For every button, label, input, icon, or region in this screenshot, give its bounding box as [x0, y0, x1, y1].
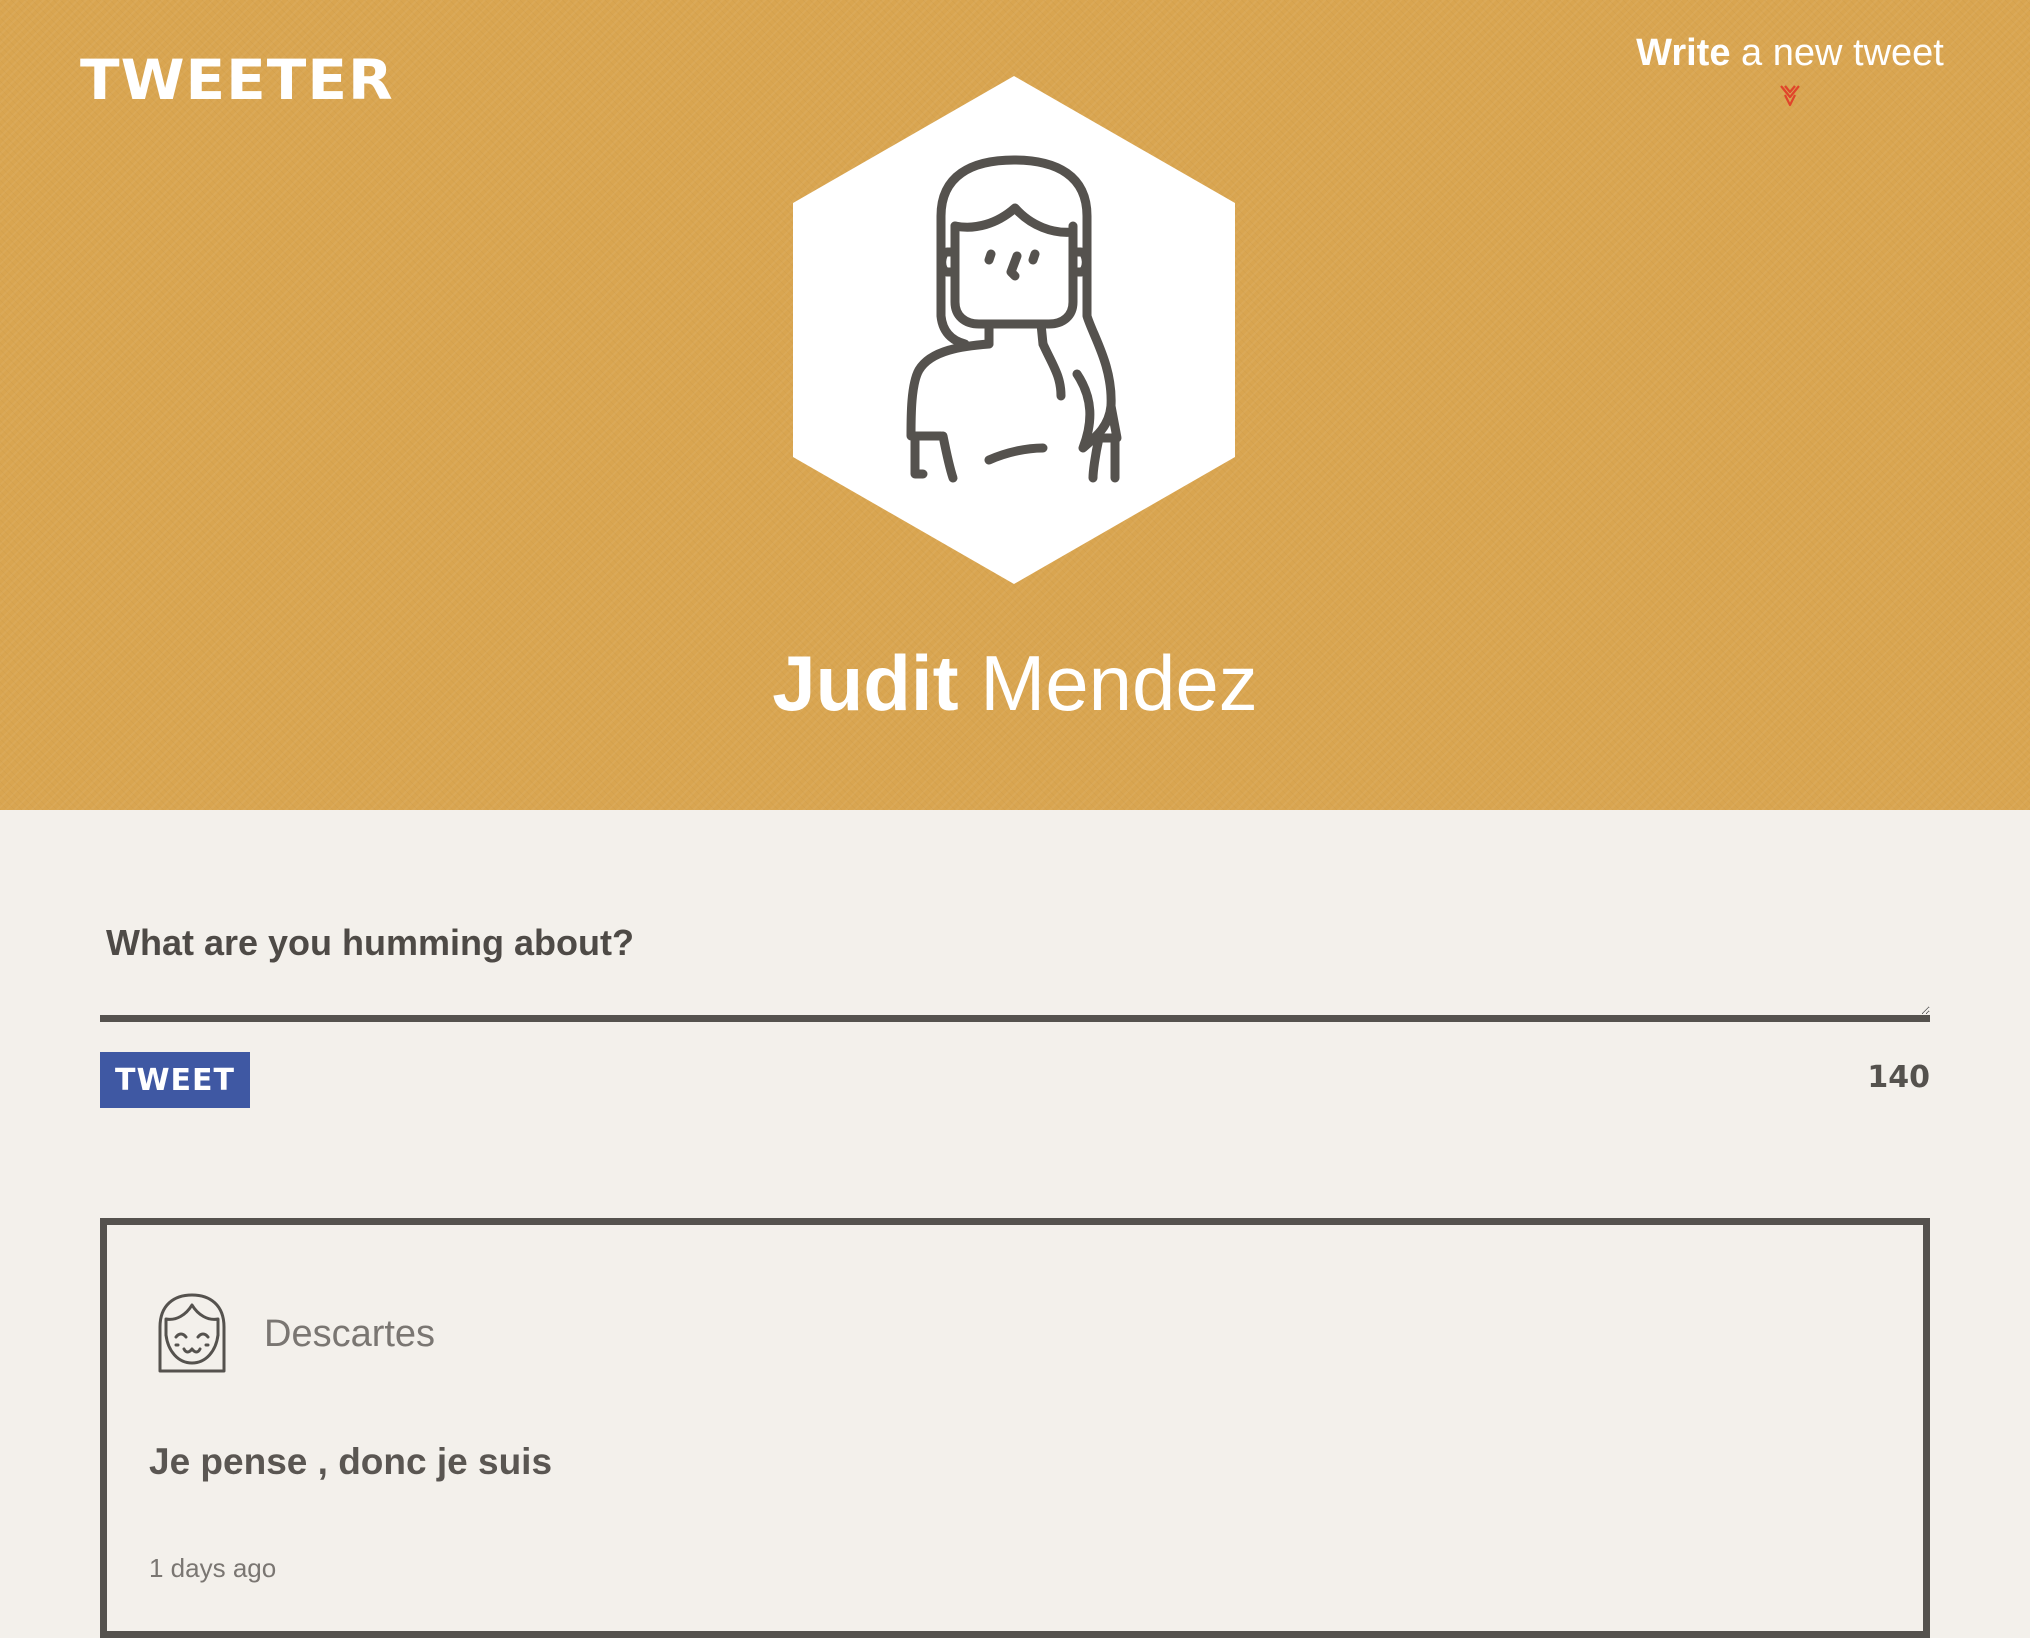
tweet-author-name[interactable]: Descartes: [264, 1313, 435, 1356]
double-chevron-down-icon[interactable]: [1779, 83, 1801, 107]
smiling-face-avatar-icon: [158, 1293, 226, 1373]
profile-first-name: Judit: [772, 639, 959, 727]
tweet-timestamp: 1 days ago: [149, 1553, 277, 1583]
profile-last-name: Mendez: [980, 639, 1258, 727]
profile-header: TWEETER Write a new tweet Judit Mendez: [0, 0, 2030, 810]
write-new-tweet-toggle[interactable]: Write a new tweet: [1630, 32, 1950, 122]
tweet-text: Je pense , donc je suis: [149, 1441, 553, 1482]
tweet-author: Descartes: [152, 1291, 435, 1377]
tweet-card: Descartes Je pense , donc je suis 1 days…: [100, 1218, 1930, 1638]
tweet-composer: TWEET 140: [100, 900, 1930, 1110]
write-new-tweet-label: Write a new tweet: [1630, 32, 1950, 75]
tweet-button[interactable]: TWEET: [100, 1052, 250, 1108]
composer-actions: TWEET 140: [100, 1052, 1930, 1110]
app-logo[interactable]: TWEETER: [80, 48, 394, 113]
write-new-tweet-rest: a new tweet: [1741, 32, 1944, 74]
write-new-tweet-bold: Write: [1636, 32, 1731, 74]
profile-name: Judit Mendez: [0, 638, 2030, 729]
female-user-avatar-icon: [793, 76, 1235, 584]
profile-avatar: [793, 76, 1235, 584]
tweet-input[interactable]: [100, 900, 1930, 1022]
character-counter: 140: [1867, 1060, 1930, 1095]
